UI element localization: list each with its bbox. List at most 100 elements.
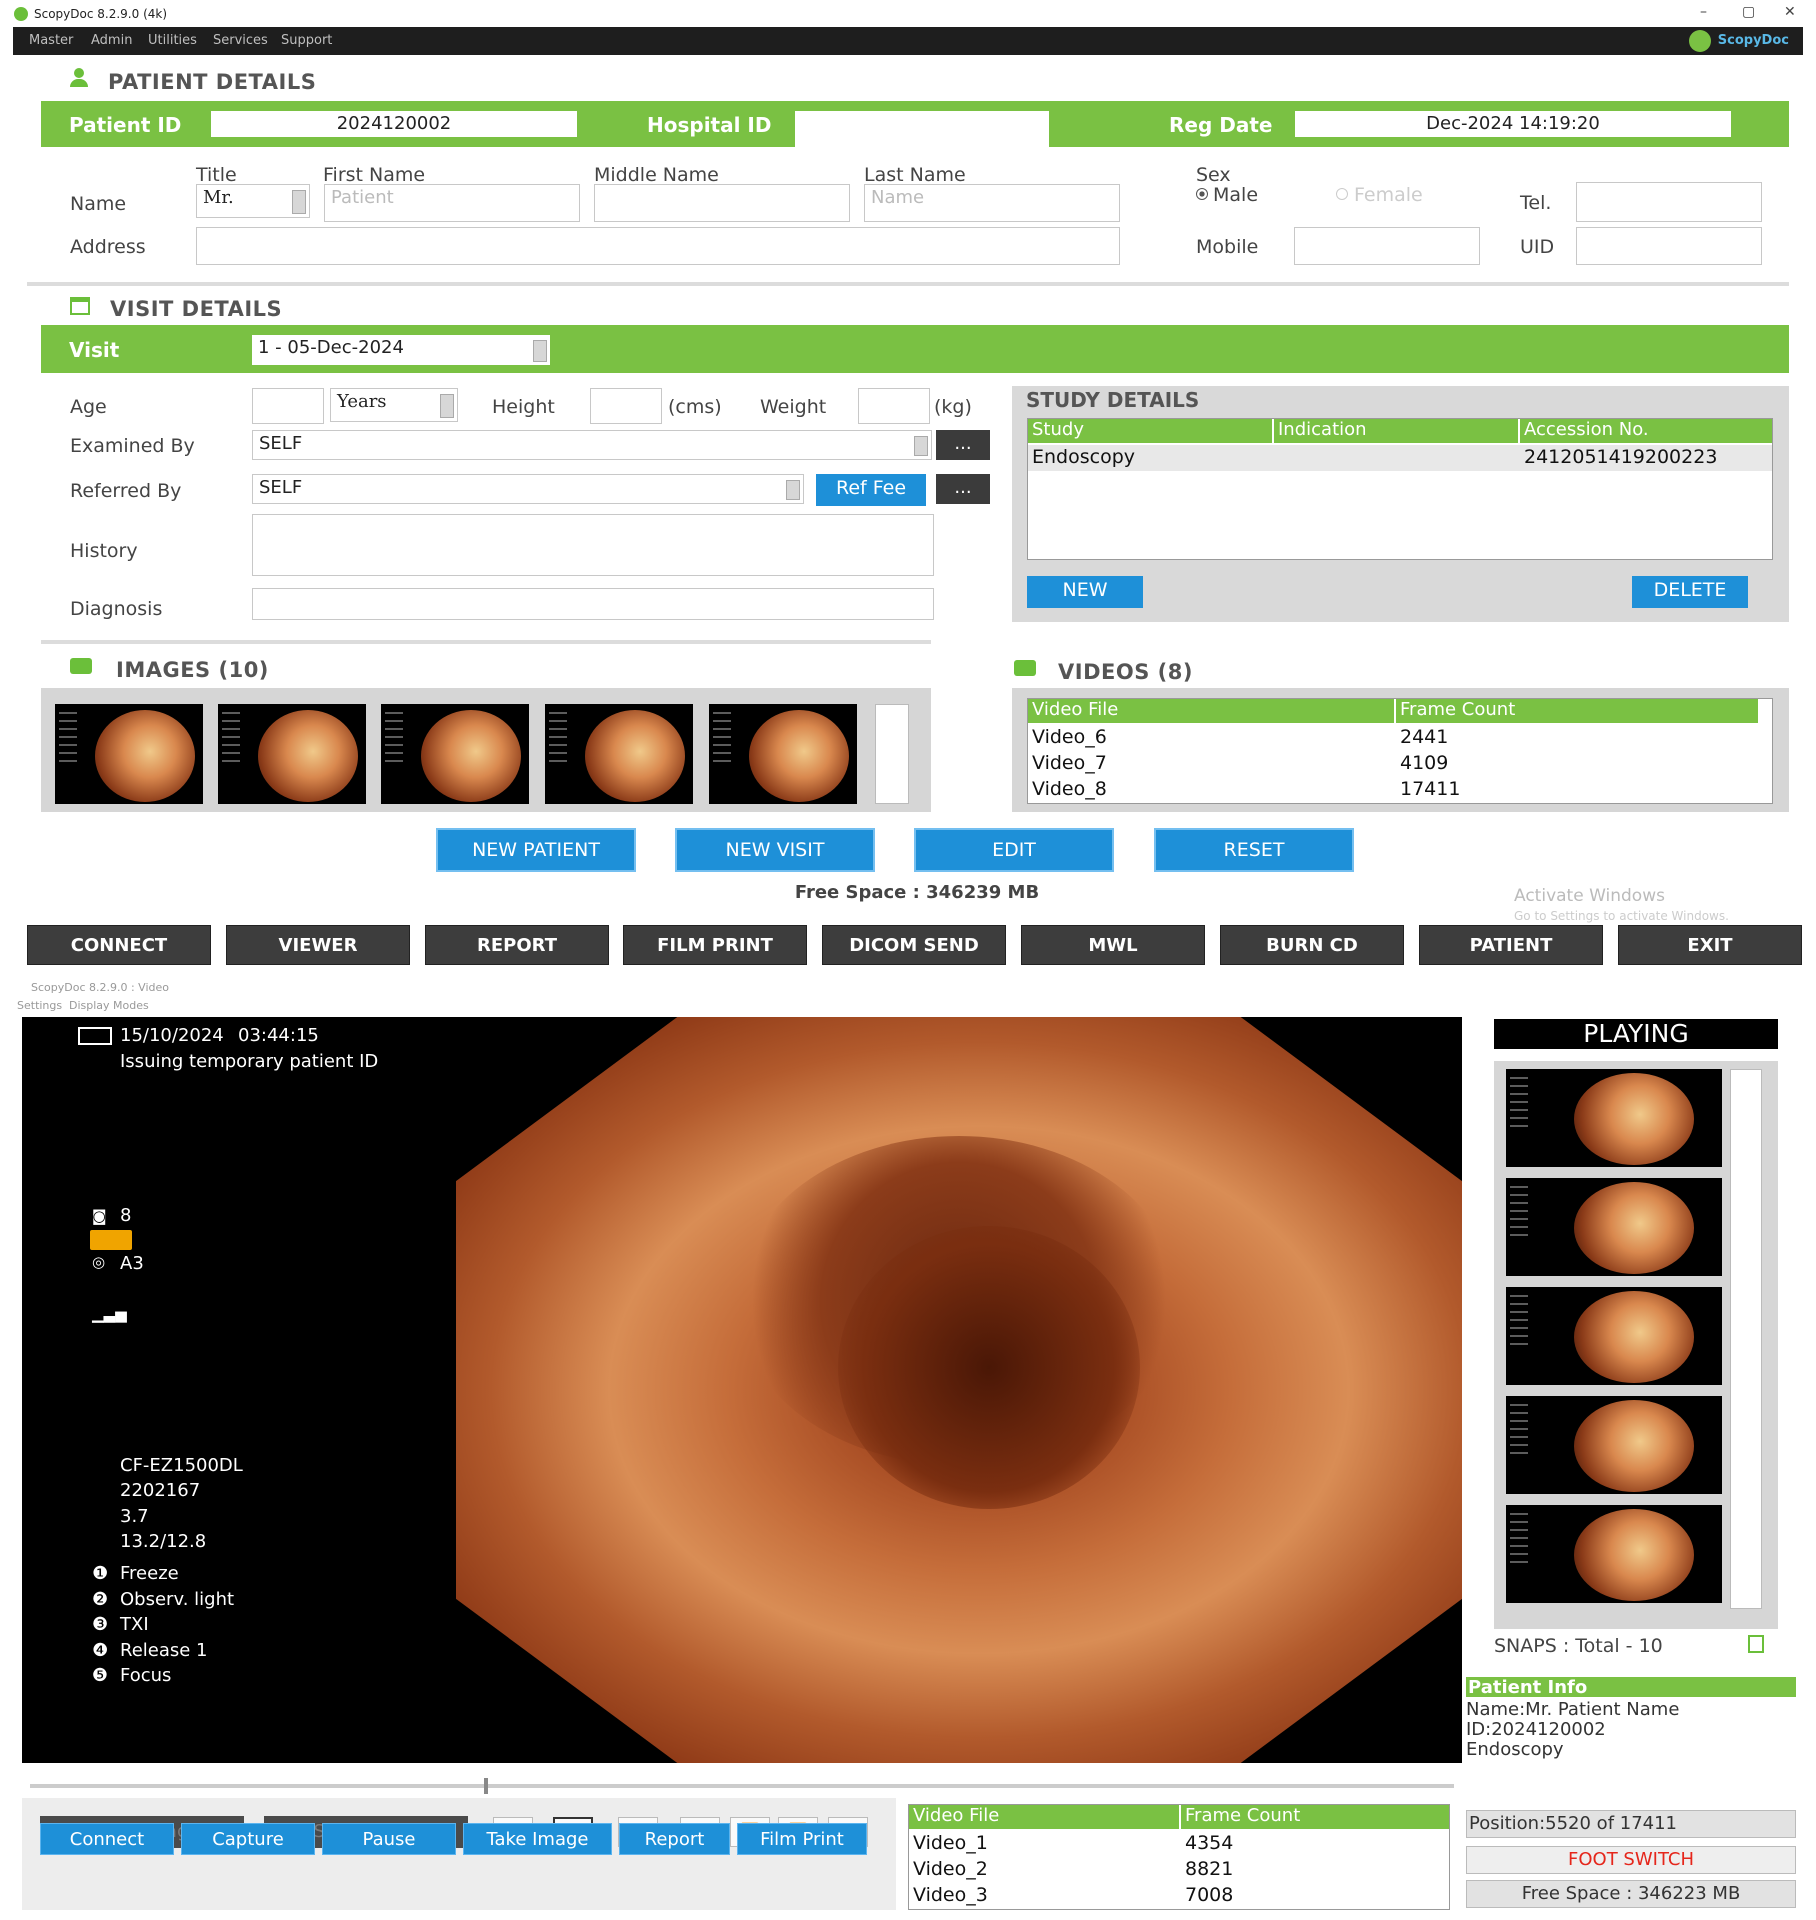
video-file-cell[interactable]: Video_2 bbox=[913, 1858, 988, 1880]
menu-utilities[interactable]: Utilities bbox=[148, 33, 197, 48]
uid-label: UID bbox=[1520, 236, 1555, 258]
snap-thumbnail[interactable] bbox=[1506, 1287, 1722, 1385]
burn-cd-toolbar-button[interactable]: BURN CD bbox=[1220, 925, 1404, 965]
age-field[interactable] bbox=[252, 388, 324, 424]
video-file-cell[interactable]: Video_6 bbox=[1032, 726, 1107, 748]
accession-col-header: Accession No. bbox=[1520, 419, 1772, 443]
image-thumbnail[interactable] bbox=[218, 704, 366, 804]
address-field[interactable] bbox=[196, 227, 1120, 265]
snap-thumbnail[interactable] bbox=[1506, 1505, 1722, 1603]
new-patient-button[interactable]: NEW PATIENT bbox=[436, 828, 636, 872]
hospital-id-field[interactable] bbox=[795, 111, 1049, 147]
new-visit-button[interactable]: NEW VISIT bbox=[675, 828, 875, 872]
image-thumbnail[interactable] bbox=[381, 704, 529, 804]
report-toolbar-button[interactable]: REPORT bbox=[425, 925, 609, 965]
video-file-cell[interactable]: Video_1 bbox=[913, 1832, 988, 1854]
reset-button[interactable]: RESET bbox=[1154, 828, 1354, 872]
snaps-scrollbar[interactable] bbox=[1730, 1069, 1762, 1609]
examined-by-select[interactable]: SELF bbox=[252, 430, 932, 460]
image-thumbnail[interactable] bbox=[545, 704, 693, 804]
connect-button[interactable]: Connect bbox=[40, 1823, 174, 1855]
diagnosis-field[interactable] bbox=[252, 588, 934, 620]
study-new-button[interactable]: NEW bbox=[1027, 576, 1143, 608]
edit-button[interactable]: EDIT bbox=[914, 828, 1114, 872]
monitor-icon bbox=[78, 1027, 112, 1045]
indication-col-header: Indication bbox=[1274, 419, 1518, 443]
video-file-cell[interactable]: Video_7 bbox=[1032, 752, 1107, 774]
capture-button[interactable]: Capture bbox=[181, 1823, 315, 1855]
film-print-button[interactable]: Film Print bbox=[737, 1823, 867, 1855]
menu-master[interactable]: Master bbox=[29, 33, 73, 48]
hospital-id-label: Hospital ID bbox=[647, 113, 772, 137]
study-details-title: STUDY DETAILS bbox=[1026, 388, 1200, 412]
ref-fee-button[interactable]: Ref Fee bbox=[816, 474, 926, 506]
patient-info-name: Name:Mr. Patient Name bbox=[1466, 1699, 1680, 1720]
frame-count-cell: 4109 bbox=[1400, 752, 1449, 774]
image-thumbnail[interactable] bbox=[55, 704, 203, 804]
first-name-field[interactable]: Patient bbox=[324, 184, 580, 222]
patient-info-study: Endoscopy bbox=[1466, 1739, 1564, 1760]
video-file-cell[interactable]: Video_8 bbox=[1032, 778, 1107, 800]
history-field[interactable] bbox=[252, 514, 934, 576]
menu-services[interactable]: Services bbox=[213, 33, 268, 48]
exit-toolbar-button[interactable]: EXIT bbox=[1618, 925, 1802, 965]
frame-count-cell: 17411 bbox=[1400, 778, 1461, 800]
referred-more-button[interactable]: ... bbox=[936, 474, 990, 504]
tel-field[interactable] bbox=[1576, 182, 1762, 222]
male-radio[interactable] bbox=[1196, 188, 1208, 200]
study-col-header: Study bbox=[1028, 419, 1272, 443]
frame-count-cell: 4354 bbox=[1185, 1832, 1234, 1854]
toolbar-label: EXIT bbox=[1687, 935, 1733, 956]
close-button[interactable]: ✕ bbox=[1784, 4, 1796, 20]
age-unit-select[interactable]: Years bbox=[330, 388, 458, 422]
foot-switch-status[interactable]: FOOT SWITCH bbox=[1466, 1846, 1796, 1874]
visit-bar: Visit 1 - 05-Dec-2024 bbox=[41, 325, 1789, 373]
calendar-icon bbox=[70, 297, 90, 315]
position-readout: Position:5520 of 17411 bbox=[1466, 1810, 1796, 1838]
weight-label: Weight bbox=[760, 396, 827, 418]
last-name-field[interactable]: Name bbox=[864, 184, 1120, 222]
dicom-send-toolbar-button[interactable]: DICOM SEND bbox=[822, 925, 1006, 965]
uid-field[interactable] bbox=[1576, 227, 1762, 265]
mobile-field[interactable] bbox=[1294, 227, 1480, 265]
report-button[interactable]: Report bbox=[619, 1823, 730, 1855]
mwl-toolbar-button[interactable]: MWL bbox=[1021, 925, 1205, 965]
menu-admin[interactable]: Admin bbox=[91, 33, 132, 48]
video-file-col-header: Video File bbox=[1028, 699, 1394, 723]
referred-by-select[interactable]: SELF bbox=[252, 474, 804, 504]
viewer-toolbar-button[interactable]: VIEWER bbox=[226, 925, 410, 965]
pause-button[interactable]: Pause bbox=[322, 1823, 456, 1855]
snap-thumbnail[interactable] bbox=[1506, 1069, 1722, 1167]
visit-select[interactable]: 1 - 05-Dec-2024 bbox=[252, 335, 550, 365]
patient-id-field[interactable]: 2024120002 bbox=[211, 111, 577, 137]
function-3: TXI bbox=[120, 1614, 149, 1635]
take-image-button[interactable]: Take Image bbox=[463, 1823, 612, 1855]
snap-thumbnail[interactable] bbox=[1506, 1396, 1722, 1494]
seek-slider[interactable] bbox=[30, 1784, 1454, 1788]
examined-more-button[interactable]: ... bbox=[936, 430, 990, 460]
film-print-toolbar-button[interactable]: FILM PRINT bbox=[623, 925, 807, 965]
title-select[interactable]: Mr. bbox=[196, 184, 310, 218]
images-scrollbar[interactable] bbox=[875, 704, 909, 804]
height-field[interactable] bbox=[590, 388, 662, 424]
study-delete-button[interactable]: DELETE bbox=[1632, 576, 1748, 608]
refresh-snaps-icon[interactable] bbox=[1748, 1635, 1764, 1653]
maximize-button[interactable]: ▢ bbox=[1742, 4, 1755, 20]
seek-handle[interactable] bbox=[484, 1778, 488, 1794]
minimize-button[interactable]: – bbox=[1700, 4, 1707, 20]
menu-display-modes[interactable]: Display Modes bbox=[69, 999, 149, 1012]
video-file-cell[interactable]: Video_3 bbox=[913, 1884, 988, 1906]
middle-name-field[interactable] bbox=[594, 184, 850, 222]
overlay-time: 03:44:15 bbox=[238, 1025, 319, 1046]
menu-settings[interactable]: Settings bbox=[17, 999, 62, 1012]
connect-toolbar-button[interactable]: CONNECT bbox=[27, 925, 211, 965]
reg-date-field[interactable]: Dec-2024 14:19:20 bbox=[1295, 111, 1731, 137]
image-thumbnail[interactable] bbox=[709, 704, 857, 804]
weight-field[interactable] bbox=[858, 388, 930, 424]
endoscope-video-feed[interactable]: 15/10/2024 03:44:15 Issuing temporary pa… bbox=[22, 1017, 1462, 1763]
patient-toolbar-button[interactable]: PATIENT bbox=[1419, 925, 1603, 965]
video-window-title: ScopyDoc 8.2.9.0 : Video bbox=[31, 981, 169, 994]
female-radio[interactable] bbox=[1336, 188, 1348, 200]
snap-thumbnail[interactable] bbox=[1506, 1178, 1722, 1276]
menu-support[interactable]: Support bbox=[281, 33, 332, 48]
